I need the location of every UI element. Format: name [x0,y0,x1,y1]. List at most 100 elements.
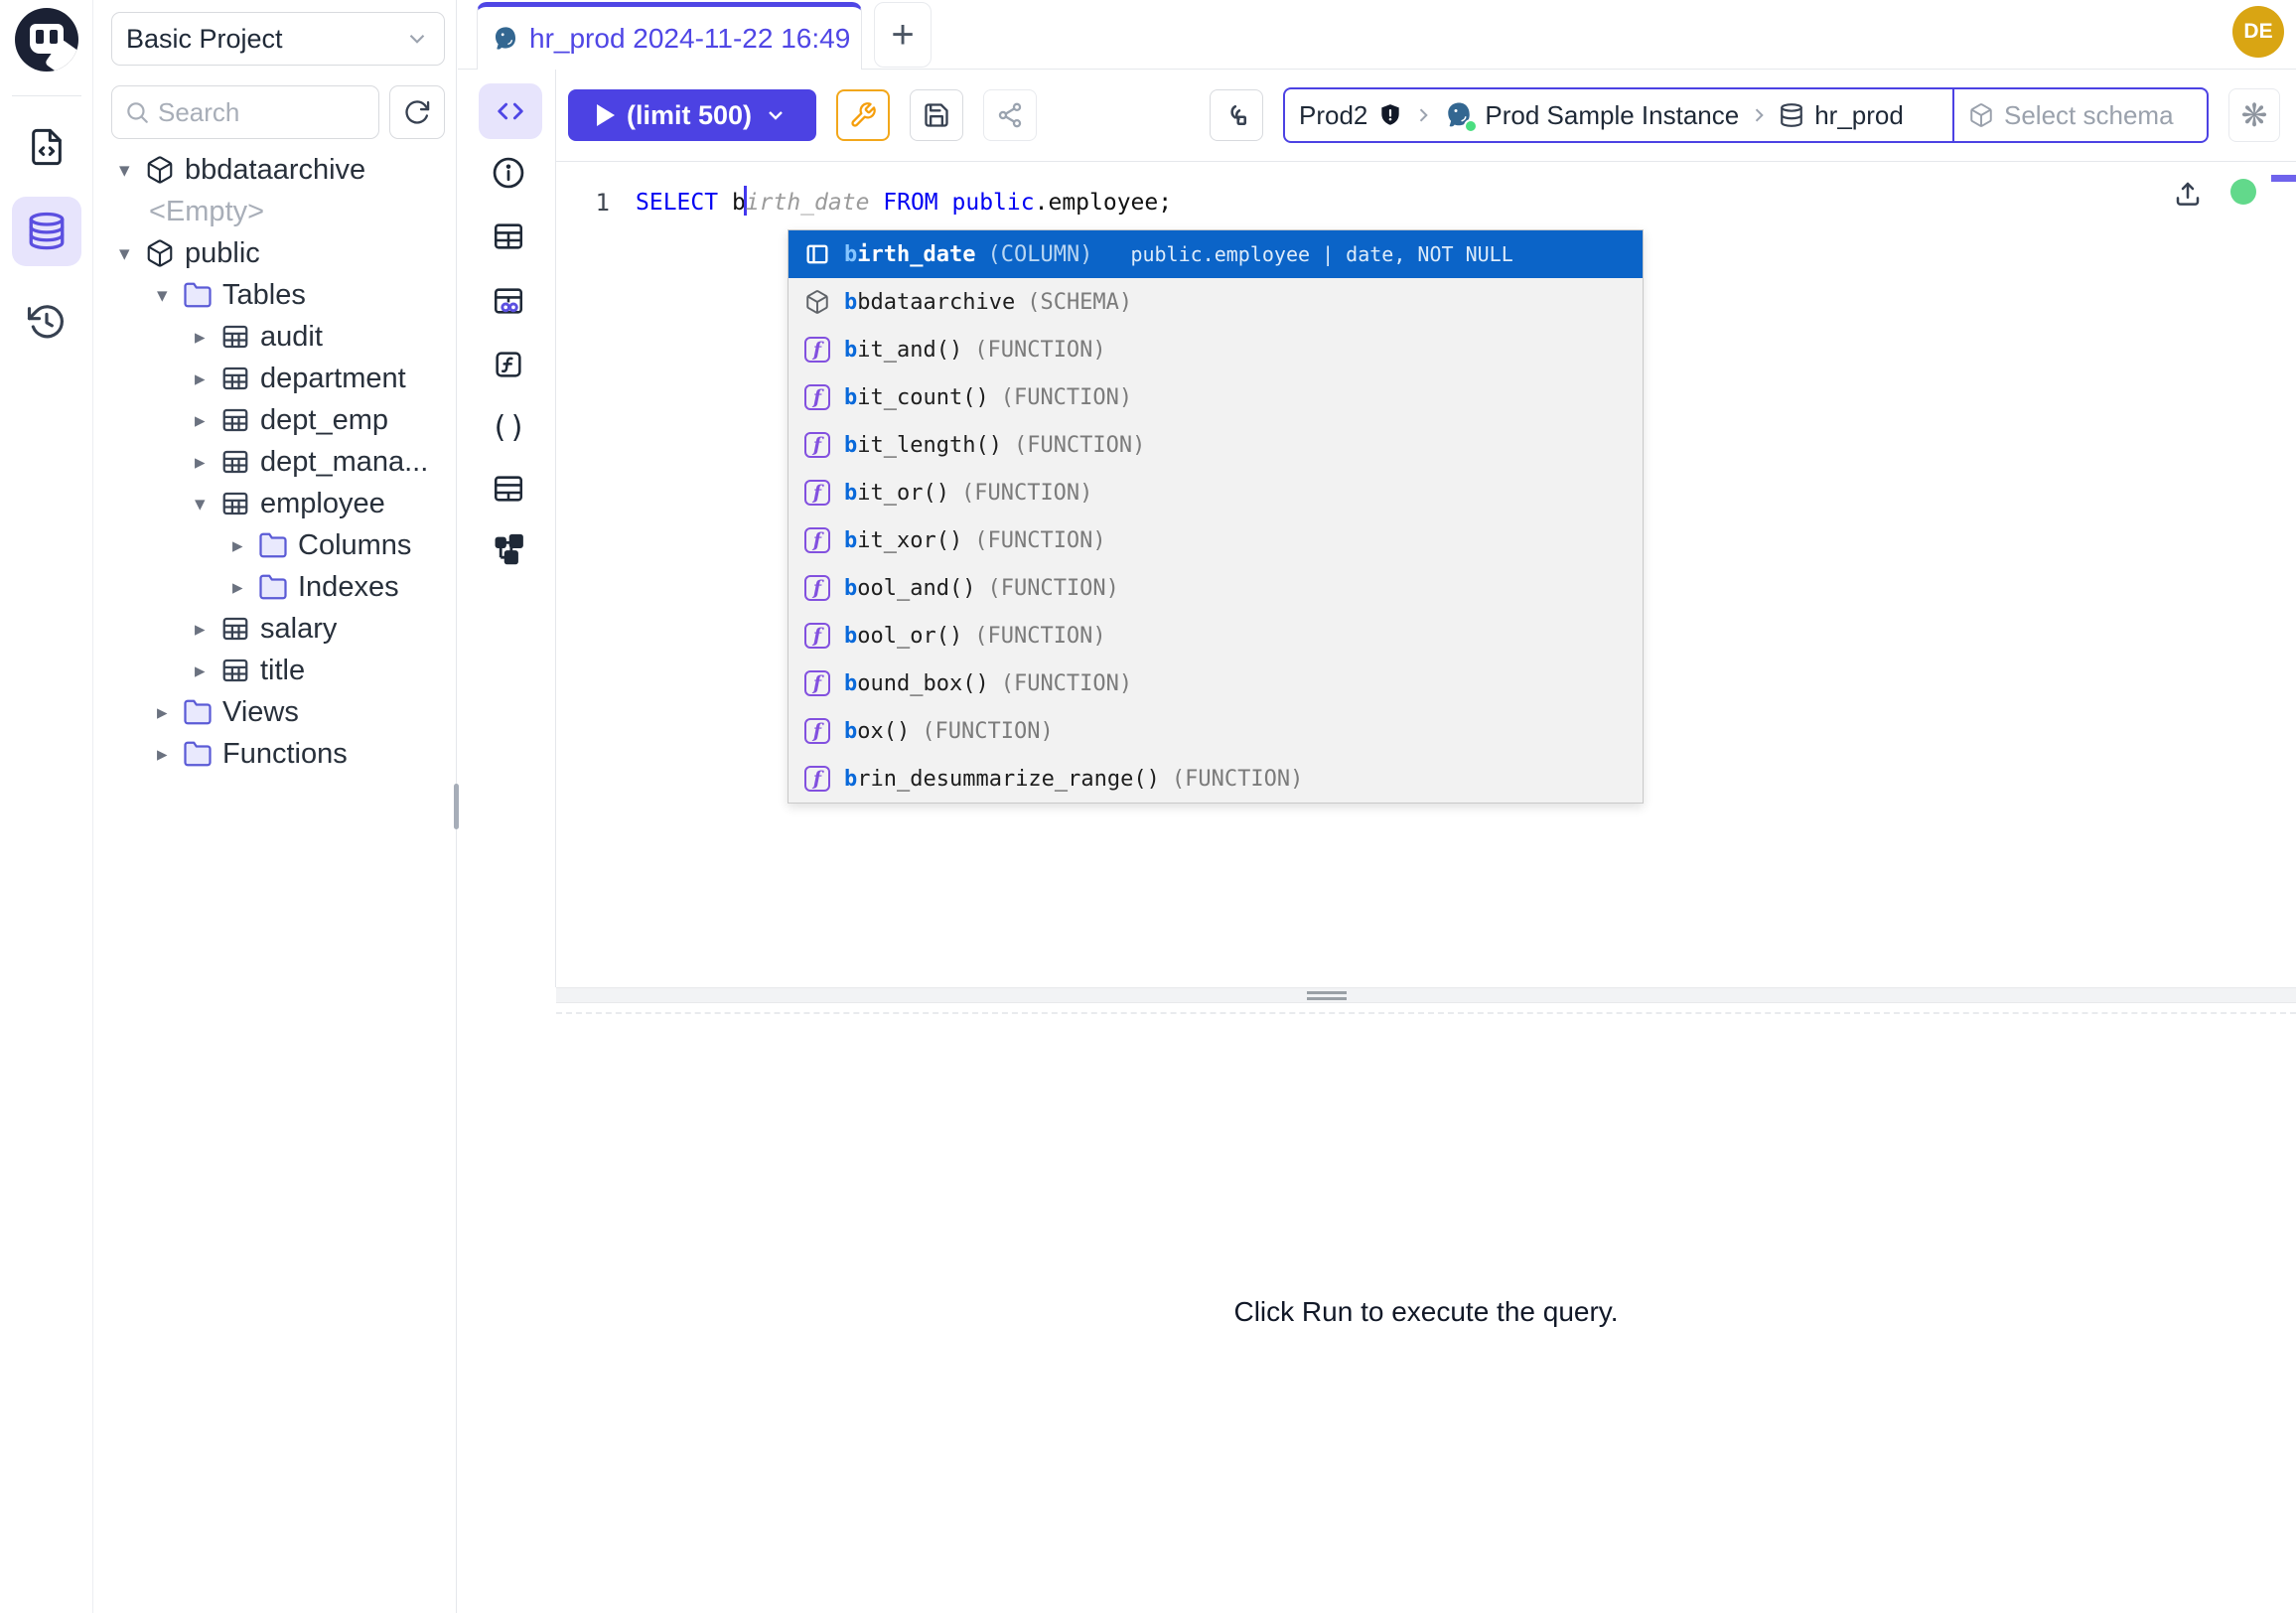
avatar[interactable]: DE [2232,6,2284,58]
autocomplete-item-bit-and[interactable]: f bit_and() (FUNCTION) [789,326,1643,373]
procedures-button[interactable]: () [489,407,528,447]
tree-item-columns[interactable]: ▸ Columns [93,524,457,566]
run-button-label: (limit 500) [627,100,752,131]
info-button[interactable] [489,153,528,193]
caret-right-icon[interactable]: ▸ [195,367,220,391]
search-box[interactable] [111,85,379,139]
project-selector[interactable]: Basic Project [111,12,445,66]
tree-item-dept-manager[interactable]: ▸ dept_mana... [93,441,457,483]
autocomplete-item-bit-count[interactable]: f bit_count() (FUNCTION) [789,373,1643,421]
caret-down-icon[interactable]: ▾ [157,283,183,308]
share-button[interactable] [983,89,1037,141]
results-hint: Click Run to execute the query. [556,1296,2296,1328]
keyword-select: SELECT [636,190,732,216]
functions-button[interactable] [489,345,528,384]
tables-button[interactable] [489,217,528,256]
tree-item-label: department [260,363,406,395]
save-button[interactable] [910,89,963,141]
tree-item-employee[interactable]: ▾ employee [93,483,457,524]
caret-down-icon[interactable]: ▾ [119,158,145,183]
autocomplete-popup: birth_date (COLUMN) public.employee | da… [788,229,1644,804]
tree-item-salary[interactable]: ▸ salary [93,608,457,650]
format-sql-button[interactable] [836,89,890,141]
results-resize-handle[interactable] [556,987,2296,1003]
add-tab-button[interactable]: + [874,2,932,68]
autocomplete-item-bit-length[interactable]: f bit_length() (FUNCTION) [789,421,1643,469]
masked-tables-button[interactable] [489,281,528,321]
tree-item-tables[interactable]: ▾ Tables [93,274,457,316]
schema-select[interactable]: Select schema [1952,89,2207,141]
autocomplete-item-box[interactable]: f box() (FUNCTION) [789,707,1643,755]
autocomplete-item-brin-desummarize-range[interactable]: f brin_desummarize_range() (FUNCTION) [789,755,1643,803]
tree-item-label: title [260,655,305,687]
caret-right-icon[interactable]: ▸ [195,659,220,683]
caret-right-icon[interactable]: ▸ [232,575,258,600]
autocomplete-item-birth-date[interactable]: birth_date (COLUMN) public.employee | da… [789,230,1643,278]
function-icon: f [802,480,832,506]
refresh-button[interactable] [389,85,445,139]
caret-right-icon[interactable]: ▸ [232,533,258,558]
sidebar-resize-handle[interactable] [454,784,459,829]
tree-item-label: Functions [222,738,348,771]
schema-cube-icon [1968,102,1994,128]
views-button[interactable] [489,469,528,509]
bytebase-logo[interactable] [15,8,78,72]
sheet-code-button[interactable] [479,83,542,139]
caret-right-icon[interactable]: ▸ [195,617,220,642]
run-button[interactable]: (limit 500) [568,89,816,141]
tree-item-title[interactable]: ▸ title [93,650,457,691]
autocomplete-item-bool-and[interactable]: f bool_and() (FUNCTION) [789,564,1643,612]
schema-diagram-button[interactable] [489,528,528,568]
connection-breadcrumb[interactable]: Prod2 Prod Sample Instance [1283,87,2209,143]
table-icon [220,322,250,352]
caret-right-icon[interactable]: ▸ [157,700,183,725]
tree-item-indexes[interactable]: ▸ Indexes [93,566,457,608]
rail-item-databases[interactable] [12,197,81,266]
connection-status-dot [2230,179,2256,205]
search-input[interactable] [158,97,337,128]
chevron-down-icon[interactable] [764,103,788,127]
tree-item-department[interactable]: ▸ department [93,358,457,399]
tab-hr-prod[interactable]: hr_prod 2024-11-22 16:49 [477,2,862,71]
tree-item-views[interactable]: ▸ Views [93,691,457,733]
tree-item-functions[interactable]: ▸ Functions [93,733,457,775]
tree-item-label: salary [260,613,337,646]
autocomplete-item-bbdataarchive[interactable]: bbdataarchive (SCHEMA) [789,278,1643,326]
caret-down-icon[interactable]: ▾ [195,492,220,516]
caret-right-icon[interactable]: ▸ [195,325,220,350]
tree-item-dept-emp[interactable]: ▸ dept_emp [93,399,457,441]
plus-icon: + [891,13,914,58]
chevron-right-icon [1749,105,1769,125]
autocomplete-item-bound-box[interactable]: f bound_box() (FUNCTION) [789,660,1643,707]
caret-right-icon[interactable]: ▸ [157,742,183,767]
caret-right-icon[interactable]: ▸ [195,450,220,475]
function-icon: f [802,670,832,696]
connection-button[interactable] [1210,89,1263,141]
tree-item-public[interactable]: ▾ public [93,232,457,274]
editor-toolbar: (limit 500) [556,70,2296,162]
autocomplete-item-bool-or[interactable]: f bool_or() (FUNCTION) [789,612,1643,660]
tree-item-label: employee [260,488,385,520]
punct-dot: . [1035,190,1049,216]
autocomplete-item-bit-or[interactable]: f bit_or() (FUNCTION) [789,469,1643,516]
code-line[interactable]: SELECT birth_date FROM public.employee; [636,186,1172,220]
breadcrumb[interactable]: Prod2 Prod Sample Instance [1285,100,1952,131]
function-icon: f [802,718,832,744]
tree-item-audit[interactable]: ▸ audit [93,316,457,358]
caret-down-icon[interactable]: ▾ [119,241,145,266]
tree-item-label: Columns [298,529,411,562]
autocomplete-item-bit-xor[interactable]: f bit_xor() (FUNCTION) [789,516,1643,564]
code-icon [496,96,525,126]
tab-title: hr_prod 2024-11-22 16:49 [529,23,850,55]
rail-item-history[interactable] [12,287,81,357]
folder-icon [183,697,213,727]
rail-item-worksheets[interactable] [12,112,81,182]
ai-assistant-button[interactable]: ❋ [2228,88,2280,142]
tree-item-bbdataarchive[interactable]: ▾ bbdataarchive [93,149,457,191]
left-rail [0,0,93,1613]
table-icon [220,364,250,393]
tree-item-label: Views [222,696,299,729]
upload-icon[interactable] [2173,179,2203,209]
caret-right-icon[interactable]: ▸ [195,408,220,433]
ghost-suggestion: irth_date [746,190,870,216]
